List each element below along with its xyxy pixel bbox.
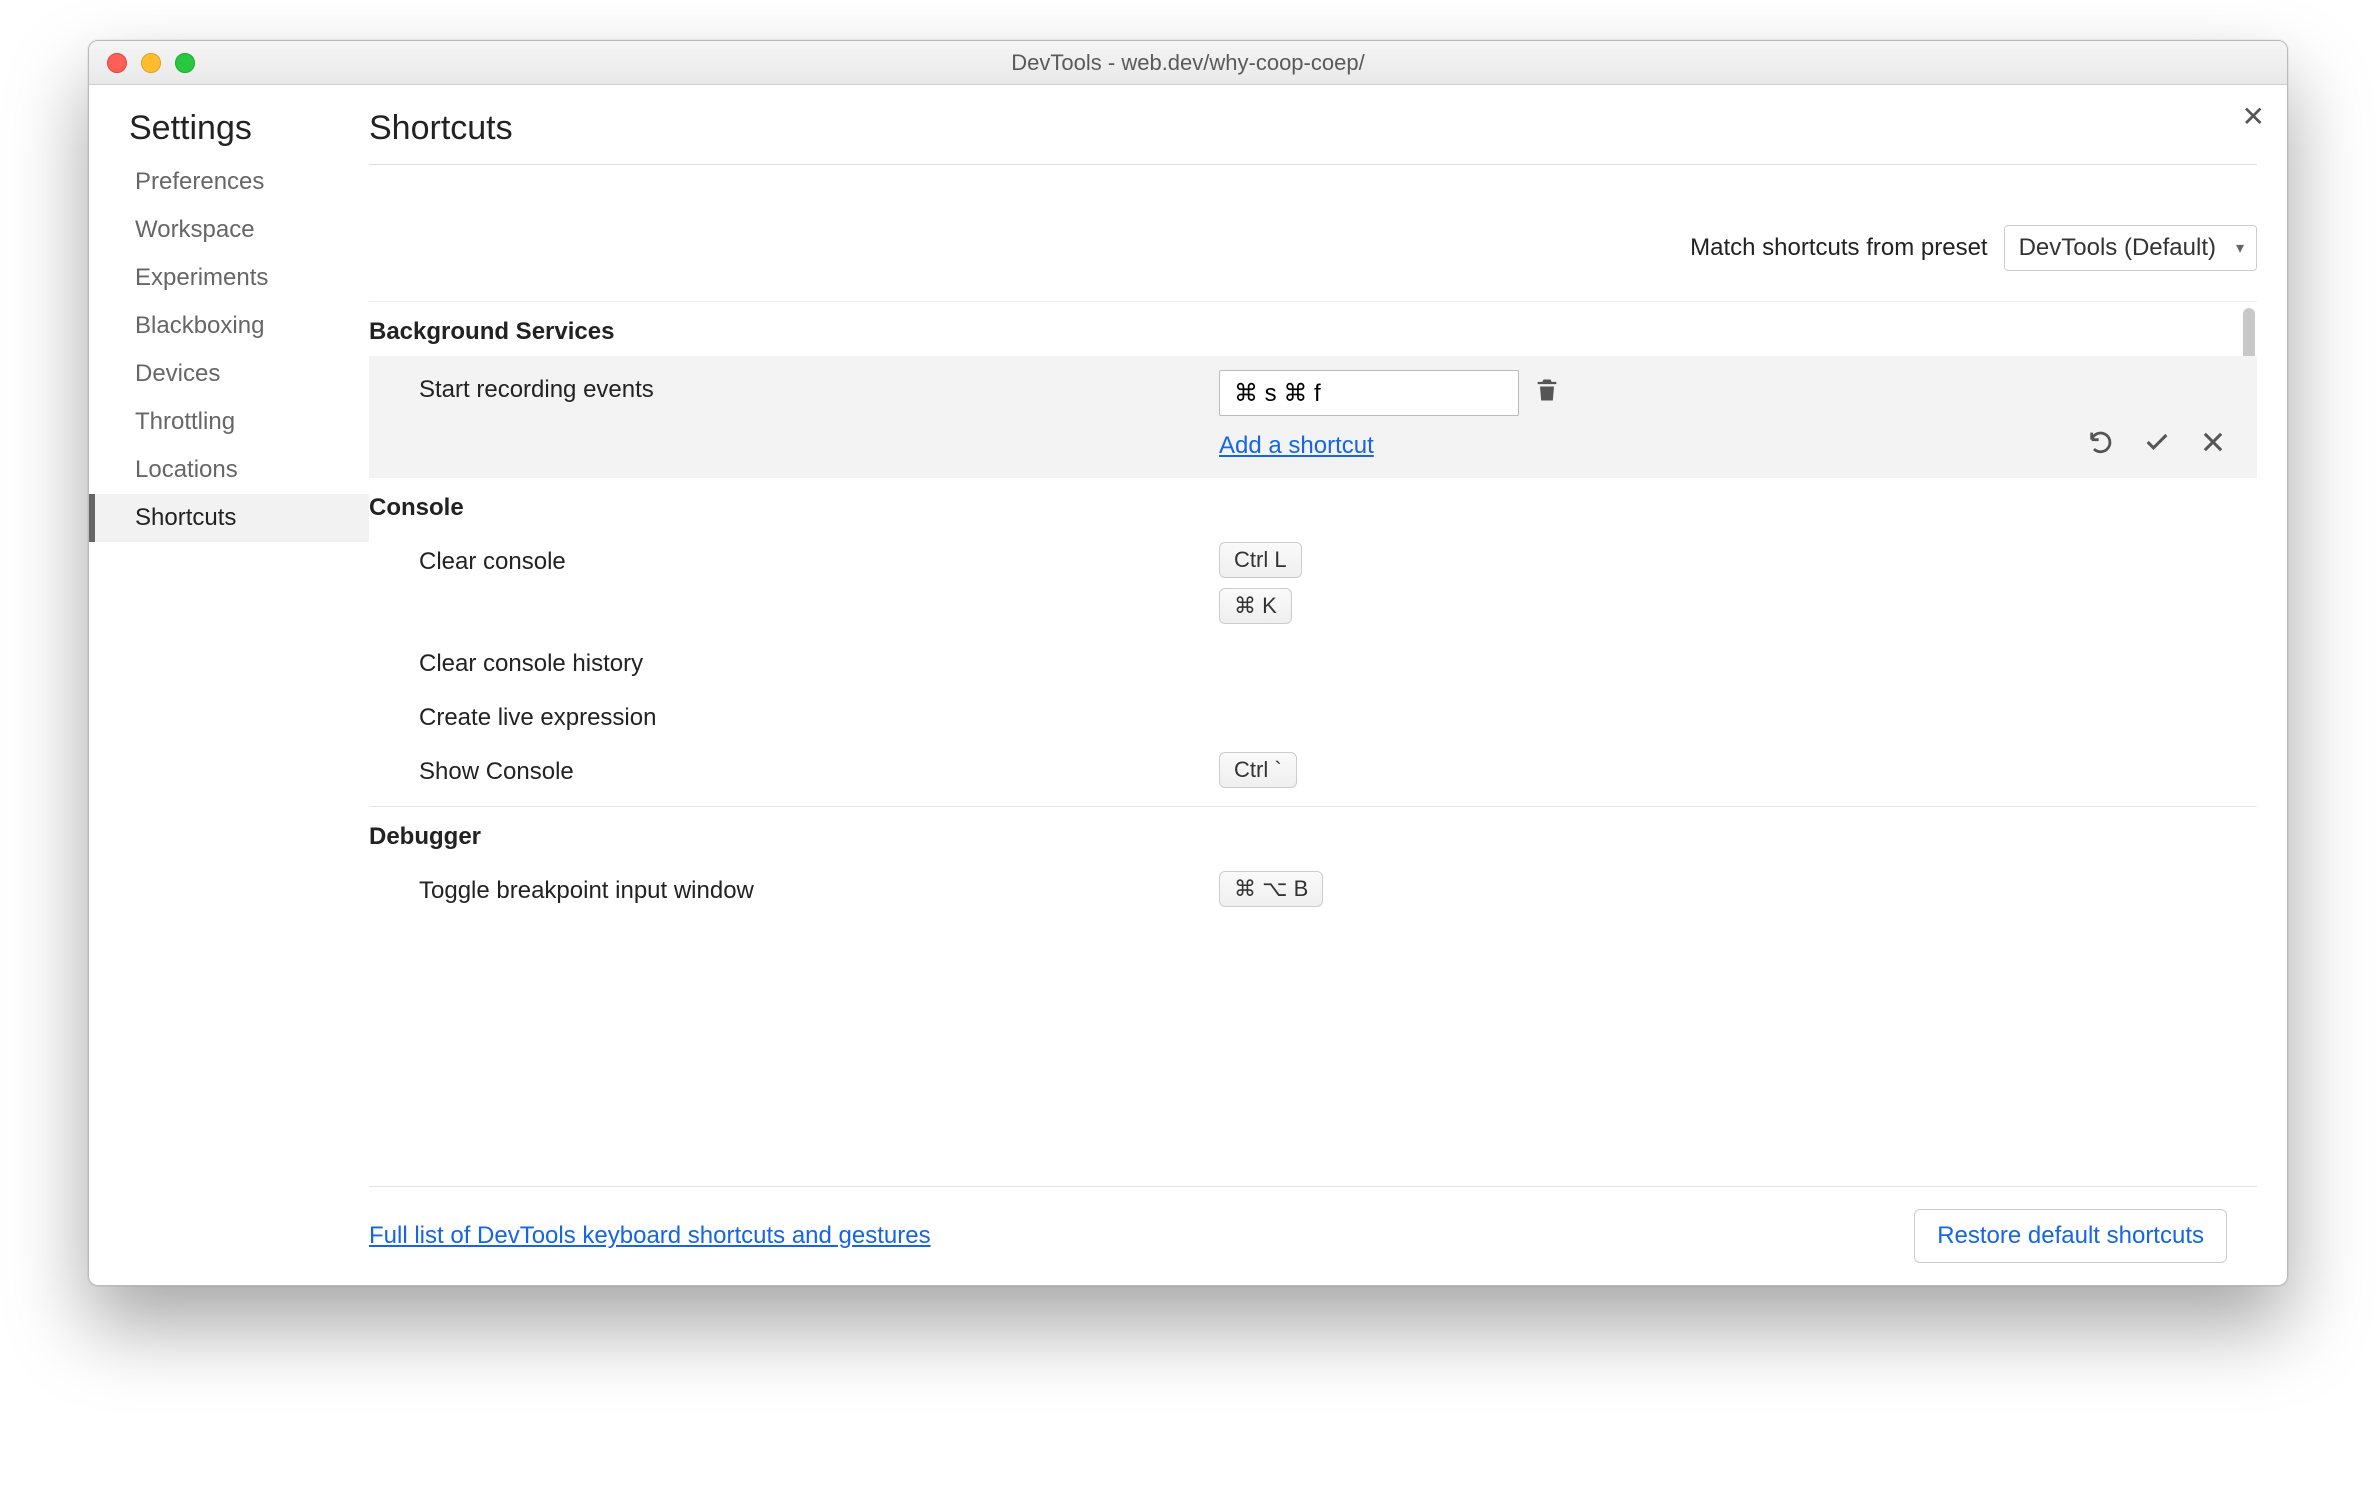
row-show-console: Show Console Ctrl ` xyxy=(369,742,2257,798)
scroll-inner: Background Services Start recording even… xyxy=(369,302,2257,937)
add-shortcut-link[interactable]: Add a shortcut xyxy=(1219,432,1374,460)
footer: Full list of DevTools keyboard shortcuts… xyxy=(369,1186,2257,1285)
row-clear-console-history: Clear console history xyxy=(369,634,2257,688)
preset-row: Match shortcuts from preset DevTools (De… xyxy=(369,165,2257,301)
preset-select[interactable]: DevTools (Default) xyxy=(2004,225,2257,271)
row-label: Start recording events xyxy=(419,370,1219,404)
traffic-lights xyxy=(89,53,195,73)
close-panel-button[interactable]: ✕ xyxy=(2242,103,2265,131)
key-badge: ⌘ K xyxy=(1219,588,1292,624)
row-toggle-breakpoint-input: Toggle breakpoint input window ⌘ ⌥ B xyxy=(369,861,2257,917)
preset-label: Match shortcuts from preset xyxy=(1690,234,1987,262)
row-label: Toggle breakpoint input window xyxy=(419,871,1219,905)
zoom-window-button[interactable] xyxy=(175,53,195,73)
sidebar-item-throttling[interactable]: Throttling xyxy=(89,398,369,446)
row-keys: ⌘ ⌥ B xyxy=(1219,871,2227,907)
cancel-button[interactable] xyxy=(2199,428,2227,464)
titlebar: DevTools - web.dev/why-coop-coep/ xyxy=(89,41,2287,85)
minimize-window-button[interactable] xyxy=(141,53,161,73)
row-label: Clear console history xyxy=(419,644,1219,678)
preset-value: DevTools (Default) xyxy=(2019,234,2216,261)
row-label: Show Console xyxy=(419,752,1219,786)
revert-button[interactable] xyxy=(2087,428,2115,464)
delete-shortcut-button[interactable] xyxy=(1533,376,1561,411)
sidebar-item-shortcuts[interactable]: Shortcuts xyxy=(89,494,369,542)
help-link[interactable]: Full list of DevTools keyboard shortcuts… xyxy=(369,1222,931,1250)
section-console: Console xyxy=(369,478,2257,532)
close-window-button[interactable] xyxy=(107,53,127,73)
undo-icon xyxy=(2087,428,2115,456)
sidebar-title: Settings xyxy=(89,109,369,158)
row-start-recording-events: Start recording events Add a shortcut xyxy=(369,356,2257,478)
content: ✕ Settings Preferences Workspace Experim… xyxy=(89,85,2287,1285)
shortcuts-scroll[interactable]: Background Services Start recording even… xyxy=(369,301,2257,1186)
row-label: Clear console xyxy=(419,542,1219,576)
row-create-live-expression: Create live expression xyxy=(369,688,2257,742)
trash-icon xyxy=(1533,376,1561,404)
key-badge: ⌘ ⌥ B xyxy=(1219,871,1323,907)
key-badge: Ctrl L xyxy=(1219,542,1302,578)
sidebar-item-locations[interactable]: Locations xyxy=(89,446,369,494)
sidebar-item-preferences[interactable]: Preferences xyxy=(89,158,369,206)
page-title: Shortcuts xyxy=(369,109,2257,164)
row-keys: Ctrl ` xyxy=(1219,752,2227,788)
sidebar-item-workspace[interactable]: Workspace xyxy=(89,206,369,254)
sidebar-item-blackboxing[interactable]: Blackboxing xyxy=(89,302,369,350)
shortcut-input[interactable] xyxy=(1219,370,1519,416)
row-keys: Add a shortcut xyxy=(1219,370,2227,460)
row-clear-console: Clear console Ctrl L ⌘ K xyxy=(369,532,2257,634)
restore-defaults-button[interactable]: Restore default shortcuts xyxy=(1914,1209,2227,1263)
sidebar-item-experiments[interactable]: Experiments xyxy=(89,254,369,302)
settings-sidebar: Settings Preferences Workspace Experimen… xyxy=(89,85,369,1285)
row-keys: Ctrl L ⌘ K xyxy=(1219,542,2227,624)
window-title: DevTools - web.dev/why-coop-coep/ xyxy=(89,50,2287,76)
check-icon xyxy=(2143,428,2171,456)
section-background-services: Background Services xyxy=(369,302,2257,356)
section-debugger: Debugger xyxy=(369,807,2257,861)
sidebar-item-devices[interactable]: Devices xyxy=(89,350,369,398)
key-badge: Ctrl ` xyxy=(1219,752,1297,788)
editing-actions xyxy=(2087,428,2227,464)
close-icon xyxy=(2199,428,2227,456)
row-label: Create live expression xyxy=(419,698,1219,732)
window: DevTools - web.dev/why-coop-coep/ ✕ Sett… xyxy=(88,40,2288,1286)
main-panel: Shortcuts Match shortcuts from preset De… xyxy=(369,85,2287,1285)
confirm-button[interactable] xyxy=(2143,428,2171,464)
